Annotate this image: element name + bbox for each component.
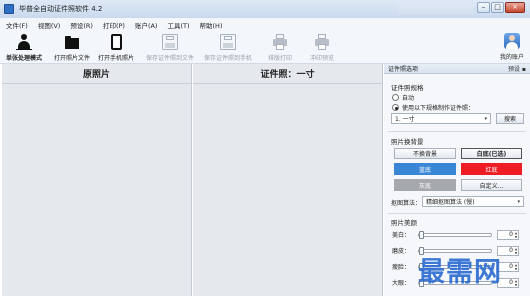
menu-tools[interactable]: 工具(T) bbox=[167, 20, 189, 30]
menu-preset[interactable]: 预设(R) bbox=[70, 20, 93, 30]
use-spec-radio[interactable]: 使用以下规格制作证件照： bbox=[392, 103, 474, 112]
spec-section-title: 证件照规格 bbox=[391, 84, 424, 92]
app-icon bbox=[4, 4, 14, 14]
whitening-value: 0 bbox=[509, 231, 513, 238]
spin-arrows-icon[interactable]: ▲ ▼ bbox=[514, 263, 518, 271]
options-panel-title: 证件照选项 bbox=[388, 66, 419, 73]
my-account-label: 我的账户 bbox=[499, 54, 524, 61]
matting-select-value: 精细抠图算法 (慢) bbox=[426, 199, 475, 206]
big-eye-value: 0 bbox=[509, 279, 513, 286]
smoothing-value: 0 bbox=[509, 247, 513, 254]
window-title: 毕普全自动证件照软件 4.2 bbox=[19, 5, 103, 13]
my-account-button[interactable]: 我的账户 bbox=[494, 33, 530, 64]
window-controls: – □ × bbox=[477, 2, 525, 13]
spec-select-value: 1. 一寸 bbox=[395, 116, 415, 123]
white-bg-button[interactable]: 白底(已选) bbox=[461, 148, 522, 159]
layout-print-button[interactable]: 排版打印 bbox=[268, 34, 292, 62]
whitening-stepper[interactable]: 0 ▲ ▼ bbox=[497, 229, 519, 240]
menu-view[interactable]: 视图(V) bbox=[38, 20, 61, 30]
single-mode-button[interactable]: 单张处理模式 bbox=[6, 34, 42, 62]
spec-select[interactable]: 1. 一寸 ▾ bbox=[391, 113, 491, 124]
open-photo-button[interactable]: 打开照片文件 bbox=[54, 34, 90, 62]
divider bbox=[388, 131, 526, 132]
original-photo-title: 原照片 bbox=[2, 64, 191, 84]
use-spec-radio-label: 使用以下规格制作证件照： bbox=[402, 105, 475, 112]
red-bg-button[interactable]: 红底 bbox=[461, 163, 522, 175]
menu-file[interactable]: 文件(F) bbox=[6, 20, 28, 30]
preset-pin-button[interactable]: 预设 ▪ bbox=[508, 64, 526, 73]
open-phone-label: 打开手机照片 bbox=[98, 55, 135, 62]
user-avatar-icon bbox=[504, 33, 520, 49]
menu-help[interactable]: 帮助(H) bbox=[200, 20, 223, 30]
smoothing-label: 磨皮： bbox=[392, 248, 411, 255]
layout-print-label: 排版打印 bbox=[268, 55, 293, 62]
title-bar-ghost bbox=[398, 3, 474, 15]
save-phone-label: 保存证件照到手机 bbox=[204, 55, 253, 62]
chevron-down-icon: ▾ bbox=[484, 115, 487, 122]
close-button[interactable]: × bbox=[505, 2, 525, 13]
spin-arrows-icon[interactable]: ▲ ▼ bbox=[514, 247, 518, 255]
save-phone-button[interactable]: 保存证件照到手机 bbox=[204, 34, 252, 62]
open-phone-button[interactable]: 打开手机照片 bbox=[98, 34, 134, 62]
chevron-down-icon: ▾ bbox=[517, 198, 520, 205]
matting-select[interactable]: 精细抠图算法 (慢) ▾ bbox=[422, 196, 524, 207]
original-photo-pane[interactable]: 原照片 bbox=[2, 64, 192, 296]
gray-bg-button[interactable]: 灰底 bbox=[394, 179, 456, 191]
big-eye-label: 大眼： bbox=[392, 280, 411, 287]
auto-radio-label: 自动 bbox=[402, 95, 415, 102]
divider bbox=[388, 213, 526, 214]
id-photo-pane[interactable]: 证件照：一寸 bbox=[193, 64, 383, 296]
use-spec-radio-circle bbox=[392, 104, 399, 111]
bg-section-title: 照片换背景 bbox=[391, 138, 424, 146]
spin-arrows-icon[interactable]: ▲ ▼ bbox=[514, 279, 518, 287]
matting-label: 抠图算法： bbox=[391, 200, 422, 207]
phone-icon bbox=[110, 34, 122, 50]
save-file-label: 保存证件照到文件 bbox=[146, 55, 195, 62]
folder-icon bbox=[64, 34, 80, 50]
minimize-button[interactable]: – bbox=[477, 2, 490, 13]
beauty-section-title: 照片美颜 bbox=[391, 219, 417, 227]
slim-face-value: 0 bbox=[509, 263, 513, 270]
save-icon bbox=[162, 34, 178, 50]
title-bar: 毕普全自动证件照软件 4.2 – □ × bbox=[0, 0, 530, 18]
menu-bar: 文件(F) 视图(V) 预设(R) 打印(P) 账户(A) 工具(T) 帮助(H… bbox=[0, 18, 530, 32]
slider-thumb[interactable] bbox=[419, 230, 424, 239]
print-preview-label: 冲印预览 bbox=[310, 55, 335, 62]
site-watermark: 最需网 bbox=[418, 257, 502, 288]
printer-icon bbox=[272, 34, 288, 50]
toolbar: 单张处理模式 打开照片文件 打开手机照片 保存证件照到文件 保存证件照到手机 排… bbox=[0, 32, 530, 64]
no-change-bg-button[interactable]: 不换背景 bbox=[394, 148, 456, 159]
print-preview-icon bbox=[314, 34, 330, 50]
whitening-slider-row: 美白： 0 ▲ ▼ bbox=[392, 229, 526, 240]
open-photo-label: 打开照片文件 bbox=[54, 55, 91, 62]
save-phone-icon bbox=[220, 34, 236, 50]
options-panel-header: 证件照选项 预设 ▪ bbox=[384, 64, 530, 74]
save-file-button[interactable]: 保存证件照到文件 bbox=[146, 34, 194, 62]
spin-arrows-icon[interactable]: ▲ ▼ bbox=[514, 231, 518, 239]
custom-bg-button[interactable]: 自定义... bbox=[461, 179, 522, 191]
slim-face-label: 瘦脸： bbox=[392, 264, 411, 271]
search-button[interactable]: 搜索 bbox=[496, 113, 524, 124]
blue-bg-button[interactable]: 蓝底 bbox=[394, 163, 456, 175]
menu-account[interactable]: 账户(A) bbox=[135, 20, 158, 30]
person-icon bbox=[16, 34, 32, 50]
single-mode-label: 单张处理模式 bbox=[6, 55, 43, 62]
id-photo-title: 证件照：一寸 bbox=[193, 64, 382, 84]
menu-print[interactable]: 打印(P) bbox=[103, 20, 125, 30]
print-preview-button[interactable]: 冲印预览 bbox=[310, 34, 334, 62]
auto-radio[interactable]: 自动 bbox=[392, 93, 414, 102]
whitening-slider[interactable] bbox=[418, 230, 492, 239]
maximize-button[interactable]: □ bbox=[491, 2, 504, 13]
whitening-label: 美白： bbox=[392, 232, 411, 239]
auto-radio-circle bbox=[392, 94, 399, 101]
